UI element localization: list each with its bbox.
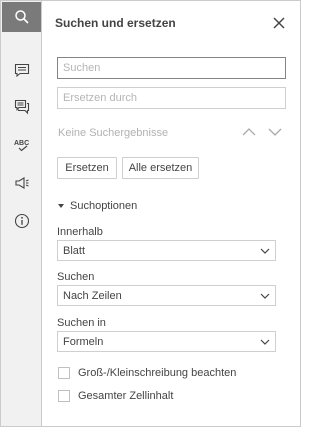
panel-title: Suchen und ersetzen: [55, 16, 176, 30]
replace-all-button[interactable]: Alle ersetzen: [122, 157, 199, 179]
chat-tool-button[interactable]: [2, 92, 41, 122]
chevron-down-icon: [260, 248, 270, 254]
search-input[interactable]: [57, 57, 286, 79]
search-replace-panel: Suchen und ersetzen Keine Suchergebnisse…: [43, 1, 300, 426]
look-in-select[interactable]: Formeln: [57, 331, 276, 352]
search-options-toggle[interactable]: Suchoptionen: [58, 200, 137, 212]
comment-icon: [14, 63, 29, 78]
search-icon: [14, 10, 29, 24]
caret-down-icon: [58, 204, 64, 208]
search-replace-window: ABC Suchen und ersetzen Suchen Ersetzen …: [0, 0, 301, 427]
feedback-icon: [14, 177, 29, 189]
chevron-down-icon: [260, 339, 270, 345]
entire-cell-checkbox[interactable]: Gesamter Zellinhalt: [58, 390, 173, 402]
search-status-text: Keine Suchergebnisse: [58, 127, 169, 139]
previous-result-icon[interactable]: [241, 125, 257, 139]
match-case-checkbox[interactable]: Groß-/Kleinschreibung beachten: [58, 367, 236, 379]
entire-cell-checkbox-box[interactable]: [58, 390, 70, 402]
entire-cell-label: Gesamter Zellinhalt: [78, 390, 174, 402]
replace-input[interactable]: [57, 87, 286, 109]
search-by-select-value: Nach Zeilen: [63, 289, 122, 302]
chat-icon: [14, 99, 29, 115]
look-in-label: Suchen in: [57, 317, 106, 329]
next-result-icon[interactable]: [267, 125, 283, 139]
within-select[interactable]: Blatt: [57, 240, 276, 261]
spellcheck-icon: ABC: [14, 140, 29, 152]
spellcheck-tool-button[interactable]: ABC: [2, 130, 41, 160]
match-case-checkbox-box[interactable]: [58, 367, 70, 379]
within-select-value: Blatt: [63, 244, 86, 257]
search-by-select[interactable]: Nach Zeilen: [57, 285, 276, 306]
info-tool-button[interactable]: [2, 206, 41, 236]
match-case-label: Groß-/Kleinschreibung beachten: [78, 367, 237, 379]
search-options-label: Suchoptionen: [70, 200, 138, 212]
chevron-down-icon: [260, 293, 270, 299]
comments-tool-button[interactable]: [2, 55, 41, 85]
feedback-tool-button[interactable]: [2, 168, 41, 198]
replace-button[interactable]: Ersetzen: [57, 157, 117, 179]
search-tool-button[interactable]: [2, 2, 41, 32]
info-icon: [14, 213, 29, 229]
look-in-select-value: Formeln: [63, 335, 104, 348]
within-label: Innerhalb: [57, 226, 103, 238]
left-toolbar: ABC: [1, 1, 42, 426]
search-by-label: Suchen: [57, 271, 95, 283]
close-icon[interactable]: [271, 15, 287, 31]
